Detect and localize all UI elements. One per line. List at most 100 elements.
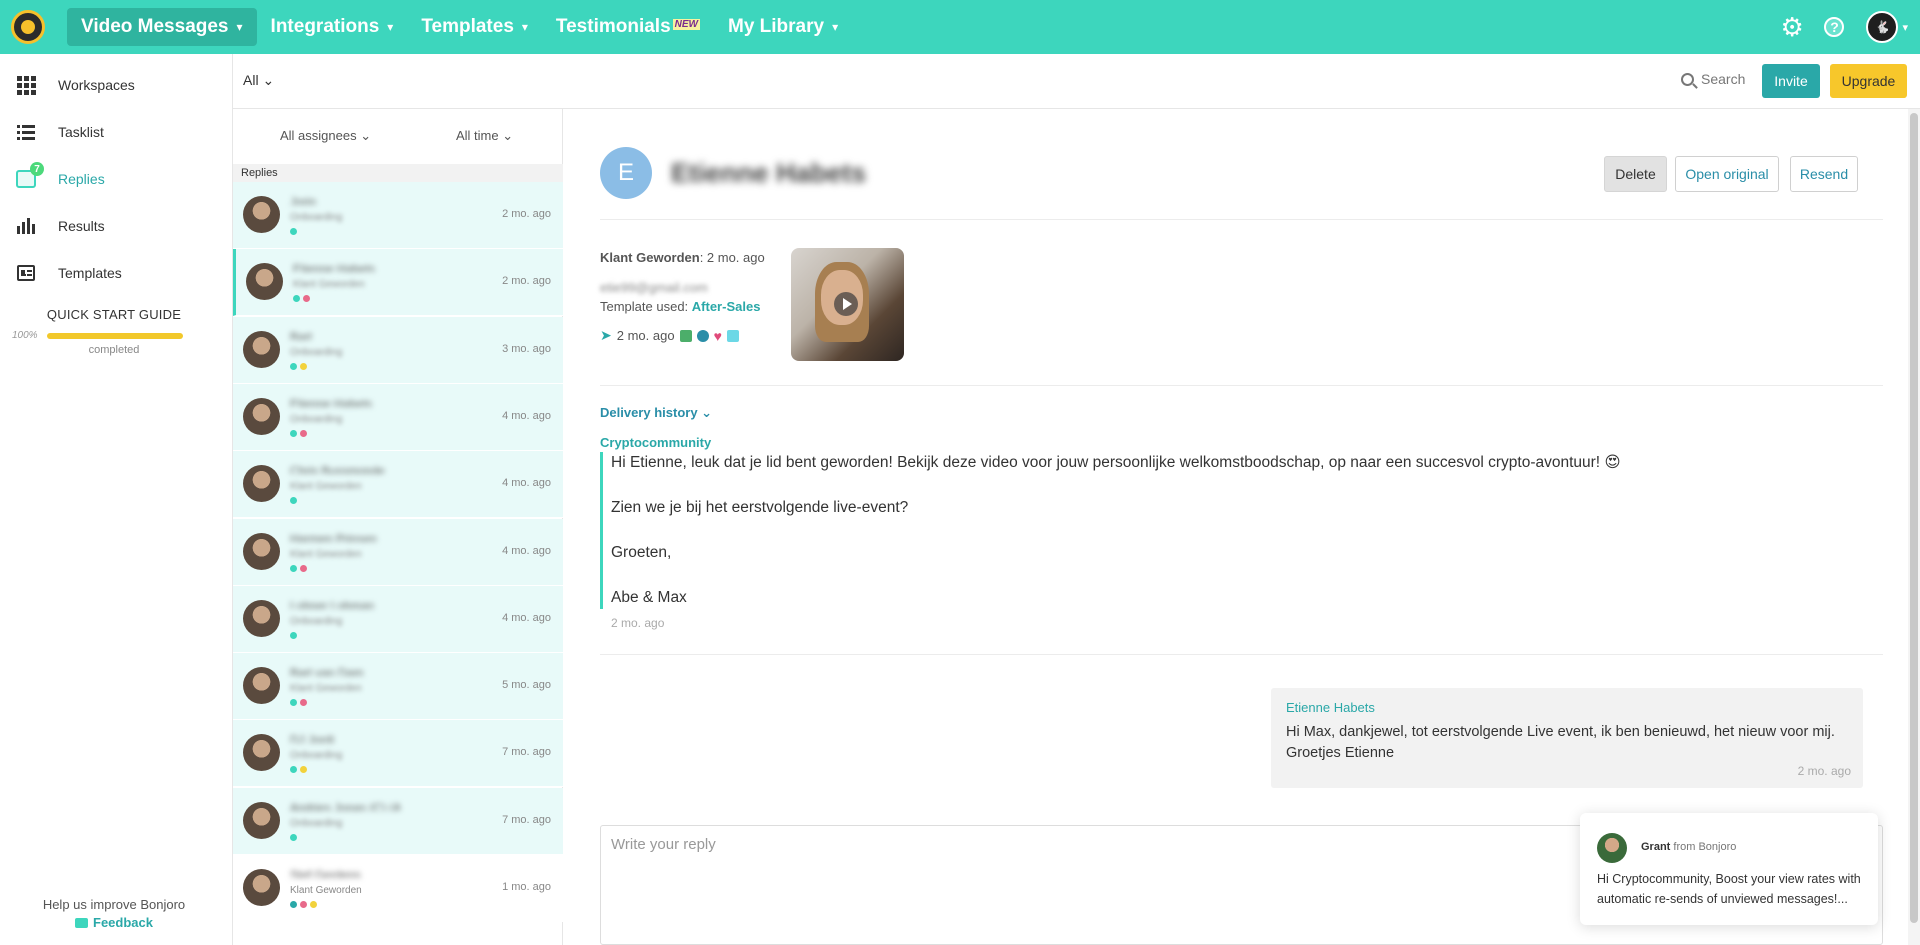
reply-icon xyxy=(726,329,739,342)
campaign-time: : 2 mo. ago xyxy=(699,250,765,265)
assignees-filter[interactable]: All assignees ⌄ xyxy=(280,128,371,144)
delivery-history-toggle[interactable]: Delivery history ⌄ xyxy=(600,405,712,421)
search-icon xyxy=(1681,72,1694,86)
status-dot-icon xyxy=(290,901,297,908)
status-dot-icon xyxy=(300,362,307,370)
nav-integrations[interactable]: Integrations ▾ xyxy=(257,8,408,46)
reply-text: Hi Max, dankjewel, tot eerstvolgende Liv… xyxy=(1286,724,1835,761)
nav-label: Templates xyxy=(421,16,514,37)
reply-time: 4 mo. ago xyxy=(502,544,551,557)
list-item[interactable]: Stef Gerdens Klant Geworden 1 mo. ago xyxy=(233,855,563,922)
list-item[interactable]: Lohner Lohman Onboarding 4 mo. ago xyxy=(233,585,563,653)
delivery-history-label: Delivery history xyxy=(600,405,698,420)
nav-label: My Library xyxy=(728,16,825,37)
video-thumbnail[interactable] xyxy=(791,248,904,361)
time-filter[interactable]: All time ⌄ xyxy=(456,128,513,144)
avatar xyxy=(243,330,280,368)
campaign-line: Klant Geworden: 2 mo. ago xyxy=(600,250,765,265)
quick-start-guide[interactable]: QUICK START GUIDE 100% completed xyxy=(0,299,232,359)
scrollbar-thumb[interactable] xyxy=(1910,113,1918,923)
status-dot-icon xyxy=(290,833,297,841)
chevron-down-icon[interactable]: ▾ xyxy=(1902,21,1908,34)
avatar xyxy=(243,599,280,637)
nav-templates[interactable]: Templates ▾ xyxy=(407,8,542,46)
divider xyxy=(600,385,1883,386)
message-line: Groeten, xyxy=(611,544,672,561)
contact-reply: Etienne Habets Hi Max, dankjewel, tot ee… xyxy=(1271,688,1863,788)
filter-label: All assignees xyxy=(280,128,357,143)
play-icon[interactable] xyxy=(834,292,858,316)
status-dot-icon xyxy=(290,362,297,370)
search-button[interactable]: Search xyxy=(1681,71,1745,87)
sidebar-item-label: Results xyxy=(58,218,105,234)
avatar xyxy=(243,196,280,233)
reply-time: 4 mo. ago xyxy=(502,477,551,490)
bar-chart-icon xyxy=(16,216,36,236)
nav-label: Integrations xyxy=(270,16,380,37)
reply-campaign: Klant Geworden xyxy=(290,885,362,896)
reply-campaign: Klant Geworden xyxy=(290,548,362,560)
avatar xyxy=(243,869,280,906)
list-item[interactable]: Chris Bussmonde Klant Geworden 4 mo. ago xyxy=(233,451,563,519)
chevron-down-icon: ▾ xyxy=(387,20,394,34)
sidebar-item-replies[interactable]: 7 Replies xyxy=(0,159,232,199)
filter-all-dropdown[interactable]: All ⌄ xyxy=(243,72,274,89)
heart-icon: ♥ xyxy=(713,327,722,344)
list-item[interactable]: Harmen Prinsen Klant Geworden 4 mo. ago xyxy=(233,518,563,586)
popup-sender: Grant xyxy=(1641,841,1671,853)
template-link[interactable]: After-Sales xyxy=(692,299,761,314)
scrollbar[interactable] xyxy=(1908,109,1920,945)
replies-list: All assignees ⌄ All time ⌄ Replies Jorin… xyxy=(233,109,563,945)
user-avatar[interactable]: 🐇 xyxy=(1866,11,1899,43)
delete-button[interactable]: Delete xyxy=(1604,156,1667,192)
improve-text: Help us improve Bonjoro xyxy=(42,897,186,912)
reply-contact-name: Etienne Habets xyxy=(293,262,376,273)
chevron-down-icon: ▾ xyxy=(832,20,839,34)
status-dot-icon xyxy=(300,429,307,437)
status-dot-icon xyxy=(290,497,297,505)
reply-time: 4 mo. ago xyxy=(502,611,551,624)
sidebar-item-tasklist[interactable]: Tasklist xyxy=(0,112,232,152)
grid-icon xyxy=(16,75,36,95)
reply-time: 5 mo. ago xyxy=(502,679,551,692)
nav-label: Video Messages xyxy=(81,16,229,37)
status-dot-icon xyxy=(300,901,307,908)
reply-time: 2 mo. ago xyxy=(502,275,551,288)
chat-popup[interactable]: Grant from Bonjoro Hi Cryptocommunity, B… xyxy=(1580,813,1878,925)
list-item[interactable]: Andries Jonas (C) (AHA) Onboarding 7 mo. a… xyxy=(233,787,563,855)
sidebar-item-workspaces[interactable]: Workspaces xyxy=(0,65,232,105)
reply-campaign: Onboarding xyxy=(290,615,343,627)
gear-icon[interactable]: ⚙ xyxy=(1780,14,1806,40)
reply-contact-name: Chris Bussmonde xyxy=(290,464,385,475)
help-icon[interactable]: ? xyxy=(1824,17,1845,37)
sidebar-item-templates[interactable]: Templates xyxy=(0,253,232,293)
list-item[interactable]: Bart Onboarding 3 mo. ago xyxy=(233,316,563,384)
reply-placeholder: Write your reply xyxy=(611,836,716,853)
resend-button[interactable]: Resend xyxy=(1790,156,1858,192)
bonjoro-logo[interactable] xyxy=(11,10,45,44)
sidebar-item-results[interactable]: Results xyxy=(0,206,232,246)
feedback-icon xyxy=(75,918,88,928)
invite-button[interactable]: Invite xyxy=(1762,64,1820,98)
open-original-button[interactable]: Open original xyxy=(1675,156,1779,192)
reply-contact-name: Andries Jonas (C) (AHA) xyxy=(290,800,400,811)
status-icons xyxy=(290,631,297,639)
list-item[interactable]: Etienne Habets Klant Geworden 2 mo. ago xyxy=(233,249,563,317)
chevron-down-icon: ⌄ xyxy=(701,405,713,420)
reply-time: 3 mo. ago xyxy=(502,342,551,355)
top-nav: Video Messages ▾ Integrations ▾ Templates ▾… xyxy=(0,0,1920,54)
status-dot-icon xyxy=(290,564,297,572)
nav-my-library[interactable]: My Library ▾ xyxy=(714,8,852,46)
list-item[interactable]: DJ Jordi Onboarding 7 mo. ago xyxy=(233,720,563,788)
list-item[interactable]: Etienne Habets Onboarding 4 mo. ago xyxy=(233,383,563,451)
list-item[interactable]: Bart van Dam Klant Geworden 5 mo. ago xyxy=(233,653,563,721)
message-time: 2 mo. ago xyxy=(611,616,665,630)
upgrade-button[interactable]: Upgrade xyxy=(1830,64,1907,98)
nav-video-messages[interactable]: Video Messages ▾ xyxy=(67,8,257,46)
status-dot-icon xyxy=(310,901,317,908)
list-icon xyxy=(16,122,36,142)
list-item[interactable]: Jorin Onboarding 2 mo. ago xyxy=(233,182,563,249)
feedback-link[interactable]: Feedback xyxy=(0,915,228,930)
filter-label: All time xyxy=(456,128,499,143)
nav-testimonials[interactable]: Testimonials NEW xyxy=(542,8,714,46)
